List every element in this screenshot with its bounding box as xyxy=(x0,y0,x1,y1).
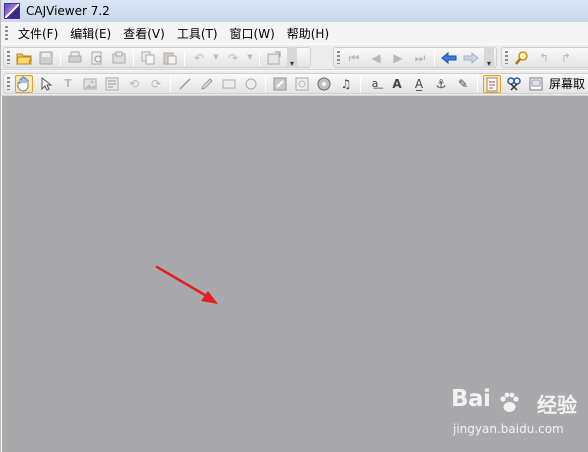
baidu-paw-icon xyxy=(500,392,519,412)
toolbar-grip[interactable] xyxy=(505,51,508,64)
forward-arrow-icon[interactable] xyxy=(462,49,480,67)
select-arrow-icon[interactable] xyxy=(37,75,55,93)
tools-toolbar: T ⟲ ⟳ ♫ a͟ A A̲ ⚓ ✎ 屏幕取 xyxy=(3,73,588,94)
standard-toolbar: ↶ ▼ ↷ ▼ ▾ xyxy=(3,47,311,68)
toolbar-grip[interactable] xyxy=(337,51,340,64)
red-arrow-annotation xyxy=(155,265,218,304)
undo-dropdown-icon[interactable]: ▼ xyxy=(212,49,220,67)
baidu-jingyan-watermark: Bai 经验 jingyan.baidu.com xyxy=(451,386,583,446)
toolbar-separator xyxy=(60,49,61,66)
find-icon[interactable] xyxy=(513,49,531,67)
rotate-left-icon[interactable]: ⟲ xyxy=(125,75,143,93)
toolbar-separator xyxy=(477,75,478,92)
line-tool-icon[interactable] xyxy=(176,75,194,93)
hand-tool-icon[interactable] xyxy=(15,74,33,93)
toolbar-grip[interactable] xyxy=(7,51,10,64)
print-icon[interactable] xyxy=(66,49,84,67)
pencil-icon[interactable] xyxy=(198,75,216,93)
watermark-brand: Bai xyxy=(451,386,491,412)
stamp-icon[interactable] xyxy=(293,75,311,93)
copy-icon[interactable] xyxy=(139,49,157,67)
menu-file[interactable]: 文件(F) xyxy=(14,25,66,42)
find-next-icon[interactable]: ↱ xyxy=(557,49,575,67)
paste-icon[interactable] xyxy=(161,49,179,67)
navigation-toolbar: ⏮ ◀ ▶ ⏭ ▾ xyxy=(333,47,497,68)
back-arrow-icon[interactable] xyxy=(440,49,458,67)
menu-view[interactable]: 查看(V) xyxy=(119,25,173,42)
menu-help[interactable]: 帮助(H) xyxy=(283,25,337,42)
toolbar-row-1: ↶ ▼ ↷ ▼ ▾ ⏮ ◀ ▶ ⏭ ▾ ↰ ↱ xyxy=(1,44,588,70)
redo-icon[interactable]: ↷ xyxy=(224,49,242,67)
watermark-brand-cn: 经验 xyxy=(537,393,577,417)
rectangle-tool-icon[interactable] xyxy=(220,75,238,93)
anchor-icon[interactable]: ⚓ xyxy=(432,75,450,93)
menu-tools[interactable]: 工具(T) xyxy=(173,25,226,42)
find-previous-icon[interactable]: ↰ xyxy=(535,49,553,67)
undo-icon[interactable]: ↶ xyxy=(190,49,208,67)
toolbar-separator xyxy=(259,49,260,66)
text-annotation-icon[interactable]: a͟ xyxy=(366,75,384,93)
save-icon[interactable] xyxy=(37,49,55,67)
redo-dropdown-icon[interactable]: ▼ xyxy=(246,49,254,67)
media-note-icon[interactable]: ♫ xyxy=(337,75,355,93)
next-page-icon[interactable]: ▶ xyxy=(389,49,407,67)
page-setup-icon[interactable] xyxy=(110,49,128,67)
toolbar-grip[interactable] xyxy=(7,77,10,90)
previous-page-icon[interactable]: ◀ xyxy=(367,49,385,67)
toolbar-separator xyxy=(360,75,361,92)
menubar-grip[interactable] xyxy=(5,26,8,40)
ellipse-tool-icon[interactable] xyxy=(242,75,260,93)
open-folder-icon[interactable] xyxy=(15,49,33,67)
annotation-list-icon[interactable] xyxy=(483,74,501,93)
text-font-icon[interactable]: A xyxy=(388,75,406,93)
screen-capture-icon[interactable] xyxy=(527,75,545,93)
toolbar-separator xyxy=(170,75,171,92)
title-bar: CAJViewer 7.2 xyxy=(1,0,588,22)
ocr-icon[interactable] xyxy=(103,75,121,93)
toolbar-row-2: T ⟲ ⟳ ♫ a͟ A A̲ ⚓ ✎ 屏幕取 xyxy=(1,70,588,96)
watermark-url: jingyan.baidu.com xyxy=(453,422,564,436)
snapshot-icon[interactable] xyxy=(505,75,523,93)
select-image-icon[interactable] xyxy=(81,75,99,93)
menu-edit[interactable]: 编辑(E) xyxy=(66,25,119,42)
select-text-icon[interactable]: T xyxy=(59,75,77,93)
properties-icon[interactable] xyxy=(265,49,283,67)
app-window: CAJViewer 7.2 文件(F) 编辑(E) 查看(V) 工具(T) 窗口… xyxy=(0,0,588,452)
rotate-right-icon[interactable]: ⟳ xyxy=(147,75,165,93)
screen-capture-label[interactable]: 屏幕取 xyxy=(549,75,585,92)
toolbar-separator xyxy=(184,49,185,66)
last-page-icon[interactable]: ⏭ xyxy=(411,49,429,67)
toolbar-overflow-chevron[interactable]: ▾ xyxy=(287,47,297,68)
first-page-icon[interactable]: ⏮ xyxy=(345,49,363,67)
print-preview-icon[interactable] xyxy=(88,49,106,67)
menu-window[interactable]: 窗口(W) xyxy=(226,25,283,42)
highlight-pen-icon[interactable] xyxy=(271,75,289,93)
toolbar-overflow-chevron[interactable]: ▾ xyxy=(484,47,494,68)
text-format-icon[interactable]: A̲ xyxy=(410,75,428,93)
bookmark-note-icon[interactable]: ✎ xyxy=(454,75,472,93)
toolbar-separator xyxy=(434,49,435,66)
toolbar-separator xyxy=(265,75,266,92)
toolbar-separator xyxy=(133,49,134,66)
knowledge-network-icon[interactable] xyxy=(315,75,333,93)
window-title: CAJViewer 7.2 xyxy=(26,4,110,18)
search-toolbar: ↰ ↱ xyxy=(501,47,588,68)
menu-bar: 文件(F) 编辑(E) 查看(V) 工具(T) 窗口(W) 帮助(H) xyxy=(1,22,588,44)
cajviewer-app-icon xyxy=(4,3,20,19)
